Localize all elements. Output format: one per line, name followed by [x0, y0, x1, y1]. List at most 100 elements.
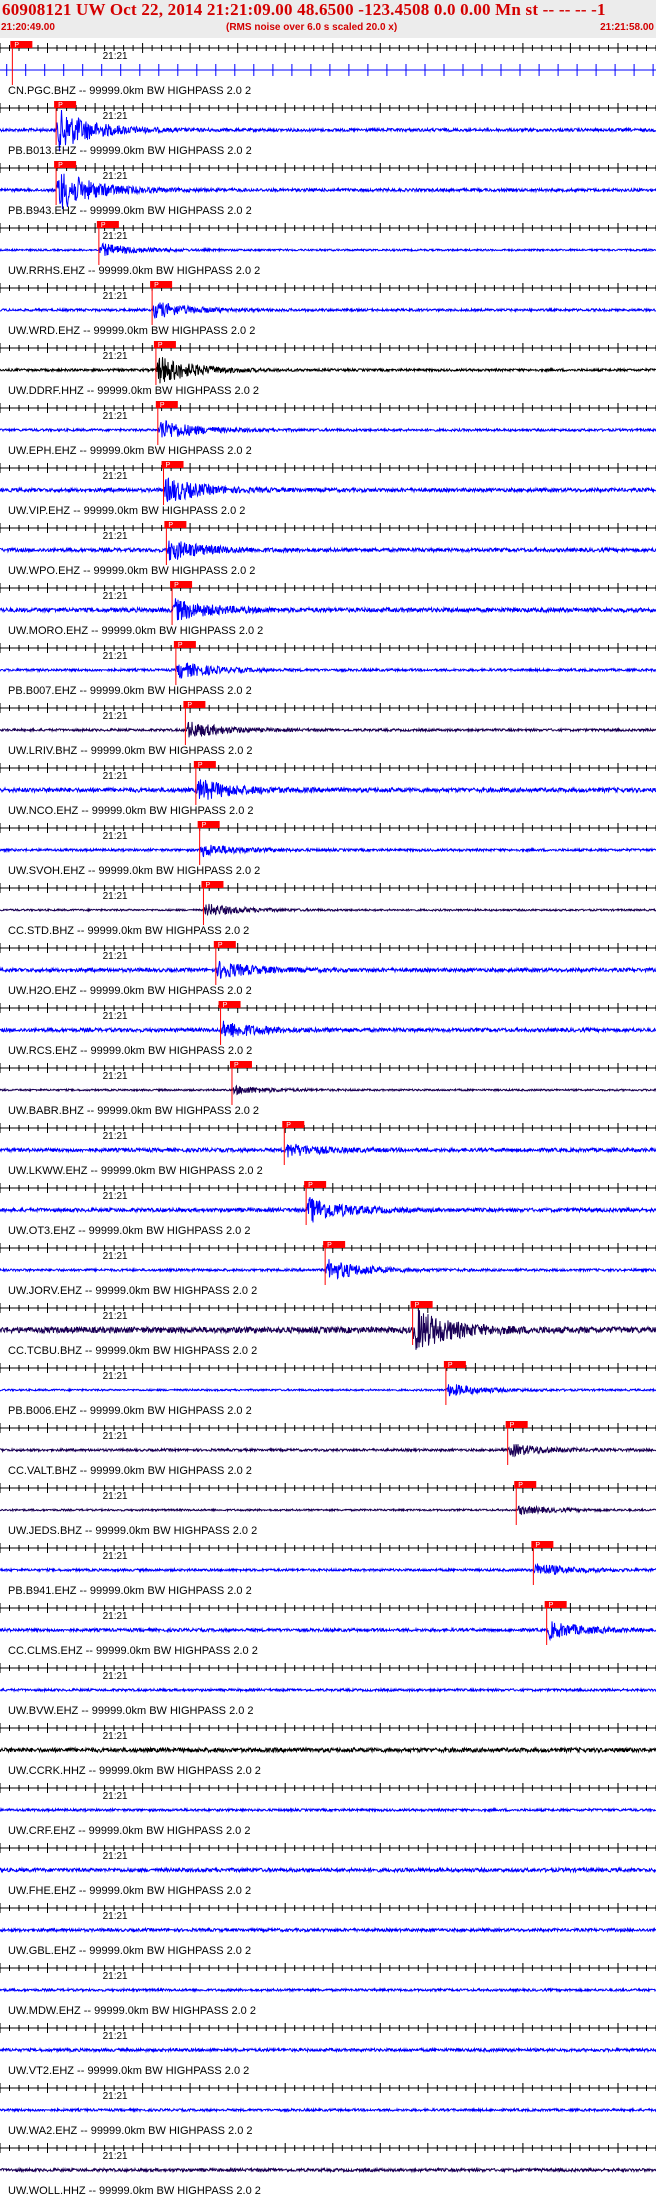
- pick-label: P: [178, 642, 183, 649]
- station-label: UW.H2O.EHZ -- 99999.0km BW HIGHPASS 2.0 …: [8, 985, 252, 997]
- minute-label: 21:21: [103, 1791, 128, 1802]
- pick-label: P: [218, 942, 223, 949]
- pick-label: P: [154, 282, 159, 289]
- seismic-trace: [0, 1621, 656, 1642]
- seismic-trace: [0, 1309, 656, 1350]
- seismic-trace: [0, 477, 656, 502]
- pick-label: P: [234, 1062, 239, 1069]
- seismogram-plot: 21:21 P CN.PGC.BHZ -- 99999.0km BW HIGHPAS…: [0, 41, 656, 2197]
- station-label: CC.VALT.BHZ -- 99999.0km BW HIGHPASS 2.0…: [8, 1465, 252, 1477]
- station-label: UW.RCS.EHZ -- 99999.0km BW HIGHPASS 2.0 …: [8, 1045, 252, 1057]
- pick-label: P: [415, 1302, 420, 1309]
- minute-label: 21:21: [103, 531, 128, 542]
- pick-label: P: [286, 1122, 291, 1129]
- minute-label: 21:21: [103, 951, 128, 962]
- pick-label: P: [187, 702, 192, 709]
- minute-label: 21:21: [103, 2091, 128, 2102]
- seismic-trace: [0, 662, 656, 679]
- seismic-trace: [0, 2046, 656, 2054]
- station-label: UW.JEDS.BHZ -- 99999.0km BW HIGHPASS 2.0…: [8, 1525, 257, 1537]
- seismic-trace: [0, 1197, 656, 1223]
- station-label: UW.LKWW.EHZ -- 99999.0km BW HIGHPASS 2.0…: [8, 1165, 263, 1177]
- station-label: UW.BABR.BHZ -- 99999.0km BW HIGHPASS 2.0…: [8, 1105, 259, 1117]
- minute-label: 21:21: [103, 231, 128, 242]
- station-label: PB.B006.EHZ -- 99999.0km BW HIGHPASS 2.0…: [8, 1405, 252, 1417]
- seismic-trace: [0, 1986, 656, 1994]
- minute-label: 21:21: [103, 1671, 128, 1682]
- station-label: UW.WRD.EHZ -- 99999.0km BW HIGHPASS 2.0 …: [8, 325, 255, 337]
- station-label: UW.WPO.EHZ -- 99999.0km BW HIGHPASS 2.0 …: [8, 565, 255, 577]
- minute-label: 21:21: [103, 831, 128, 842]
- minute-label: 21:21: [103, 1431, 128, 1442]
- seismic-trace: [0, 302, 656, 319]
- minute-label: 21:21: [103, 111, 128, 122]
- minute-label: 21:21: [103, 651, 128, 662]
- seismic-trace: [0, 2166, 656, 2174]
- minute-label: 21:21: [103, 411, 128, 422]
- minute-label: 21:21: [103, 2031, 128, 2042]
- seismic-trace: [0, 721, 656, 738]
- seismic-trace: [0, 1504, 656, 1516]
- station-label: UW.CRF.EHZ -- 99999.0km BW HIGHPASS 2.0 …: [8, 1825, 250, 1837]
- station-label: UW.BVW.EHZ -- 99999.0km BW HIGHPASS 2.0 …: [8, 1705, 254, 1717]
- seismic-trace: [0, 1746, 656, 1755]
- station-label: CN.PGC.BHZ -- 99999.0km BW HIGHPASS 2.0 …: [8, 85, 251, 97]
- station-label: UW.WA2.EHZ -- 99999.0km BW HIGHPASS 2.0 …: [8, 2125, 253, 2137]
- pick-label: P: [101, 222, 106, 229]
- station-label: UW.GBL.EHZ -- 99999.0km BW HIGHPASS 2.0 …: [8, 1945, 251, 1957]
- minute-label: 21:21: [103, 1731, 128, 1742]
- station-label: CC.STD.BHZ -- 99999.0km BW HIGHPASS 2.0 …: [8, 925, 249, 937]
- pick-label: P: [14, 42, 19, 49]
- pick-label: P: [160, 402, 165, 409]
- minute-label: 21:21: [103, 1131, 128, 1142]
- end-time: 21:21:58.00: [600, 22, 654, 33]
- seismic-trace: [0, 1444, 656, 1458]
- seismic-trace: [0, 1866, 656, 1874]
- seismogram-viewer: 60908121 UW Oct 22, 2014 21:21:09.00 48.…: [0, 0, 656, 2198]
- pick-label: P: [327, 1242, 332, 1249]
- seismic-trace: [0, 844, 656, 858]
- seismic-trace: [0, 1384, 656, 1397]
- seismic-trace: [0, 2106, 656, 2114]
- station-label: PB.B943.EHZ -- 99999.0km BW HIGHPASS 2.0…: [8, 205, 252, 217]
- seismic-trace: [0, 1926, 656, 1934]
- station-label: UW.MDW.EHZ -- 99999.0km BW HIGHPASS 2.0 …: [8, 2005, 256, 2017]
- seismic-trace: [0, 779, 656, 800]
- station-label: UW.DDRF.HHZ -- 99999.0km BW HIGHPASS 2.0…: [8, 385, 259, 397]
- pick-label: P: [308, 1182, 313, 1189]
- minute-label: 21:21: [103, 1071, 128, 1082]
- minute-label: 21:21: [103, 891, 128, 902]
- header-bar: 60908121 UW Oct 22, 2014 21:21:09.00 48.…: [0, 0, 656, 38]
- station-label: UW.JORV.EHZ -- 99999.0km BW HIGHPASS 2.0…: [8, 1285, 257, 1297]
- pick-label: P: [510, 1422, 515, 1429]
- pick-label: P: [174, 582, 179, 589]
- station-label: UW.VT2.EHZ -- 99999.0km BW HIGHPASS 2.0 …: [8, 2065, 249, 2077]
- event-title: 60908121 UW Oct 22, 2014 21:21:09.00 48.…: [2, 0, 606, 19]
- minute-label: 21:21: [103, 1971, 128, 1982]
- pick-label: P: [166, 462, 171, 469]
- minute-label: 21:21: [103, 1611, 128, 1622]
- minute-label: 21:21: [103, 711, 128, 722]
- pick-label: P: [549, 1602, 554, 1609]
- rms-noise-note: (RMS noise over 6.0 s scaled 20.0 x): [226, 22, 398, 33]
- pick-label: P: [168, 522, 173, 529]
- seismic-trace: [0, 1686, 656, 1694]
- station-label: UW.CCRK.HHZ -- 99999.0km BW HIGHPASS 2.0…: [8, 1765, 261, 1777]
- station-label: CC.CLMS.EHZ -- 99999.0km BW HIGHPASS 2.0…: [8, 1645, 258, 1657]
- pick-label: P: [158, 342, 163, 349]
- station-label: UW.FHE.EHZ -- 99999.0km BW HIGHPASS 2.0 …: [8, 1885, 251, 1897]
- seismic-trace: [0, 173, 656, 210]
- minute-label: 21:21: [103, 291, 128, 302]
- minute-label: 21:21: [103, 591, 128, 602]
- minute-label: 21:21: [103, 1191, 128, 1202]
- seismic-trace: [0, 1563, 656, 1575]
- station-label: UW.LRIV.BHZ -- 99999.0km BW HIGHPASS 2.0…: [8, 745, 253, 757]
- minute-label: 21:21: [103, 1011, 128, 1022]
- minute-label: 21:21: [103, 1251, 128, 1262]
- pick-label: P: [535, 1542, 540, 1549]
- minute-label: 21:21: [103, 51, 128, 62]
- pick-label: P: [448, 1362, 453, 1369]
- pick-label: P: [202, 822, 207, 829]
- seismic-trace: [0, 1259, 656, 1280]
- minute-label: 21:21: [103, 2151, 128, 2162]
